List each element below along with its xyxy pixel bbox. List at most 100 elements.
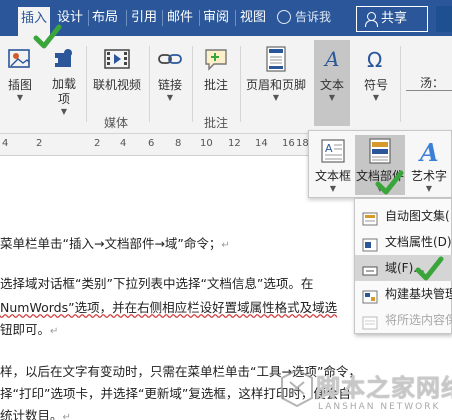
ruler-tick: 4 [2, 138, 9, 149]
illustrations-button[interactable]: 插图 ▼ [0, 40, 40, 126]
group-separator [400, 46, 401, 122]
watermark-logo-icon [281, 368, 313, 408]
link-button[interactable]: 链接 ▼ [152, 40, 188, 126]
svg-text:A: A [323, 47, 339, 71]
menu-item-autotext[interactable]: 自动图文集( [355, 203, 452, 229]
group-separator [86, 46, 87, 122]
checkmark-icon [33, 24, 62, 49]
group-separator [240, 46, 241, 122]
tab-view[interactable]: 视图 [238, 7, 268, 29]
save-selection-icon [362, 313, 378, 330]
checkmark-icon [415, 256, 444, 281]
menu-item-label: 构建基块管理 [385, 287, 452, 301]
tab-separator [162, 10, 163, 26]
doc-line-text: 菜单栏单击“插入→文档部件→域”命令； [0, 236, 222, 251]
comment-icon [201, 44, 231, 74]
text-group-button[interactable]: A 文本 ▼ [314, 40, 350, 126]
quickparts-icon [366, 137, 394, 165]
tell-me-label: 告诉我 [295, 10, 332, 24]
tab-separator [199, 10, 200, 26]
ruler-tick: 6 [148, 138, 155, 149]
ruler-tick: 16 [282, 138, 295, 149]
ribbon-overflow[interactable] [436, 6, 452, 32]
tab-separator [88, 10, 89, 26]
textbox-icon: A [319, 137, 347, 165]
doc-line: 菜单栏单击“插入→文档部件→域”命令；↵ [0, 233, 230, 252]
header-footer-icon [261, 44, 291, 74]
doc-property-icon [362, 235, 378, 252]
share-button[interactable]: 共享 [356, 6, 428, 32]
autotext-icon [362, 209, 378, 226]
header-footer-button[interactable]: 页眉和页脚 ▼ [244, 40, 308, 126]
comment-group-label: 批注 [204, 116, 229, 130]
ribbon-insert-panel: 插图 ▼ 加载项 ▼ 联机视频 媒体 链接 ▼ 批注 批注 页眉和页脚 ▼ A … [0, 36, 452, 134]
textbox-label: 文本框 [314, 169, 351, 183]
link-label: 链接 [157, 78, 182, 92]
paragraph-mark-icon: ↵ [221, 240, 230, 251]
ruler-tick: 18 [296, 138, 309, 149]
doc-line: 选择域对话框“类别”下拉列表中选择“文档信息”选项。在 [0, 273, 313, 292]
menu-item-label: 将所选内容保 [385, 313, 452, 327]
partial-field-label: 汤： [420, 76, 445, 90]
chevron-down-icon: ▼ [328, 93, 336, 102]
menu-item-doc-property[interactable]: 文档属性(D) [355, 229, 452, 255]
doc-line: 统计数目。↵ [0, 405, 71, 420]
field-icon [362, 261, 378, 276]
doc-line-text: NumWords”选项，并在右侧相应栏设好置域属性格式及域选 [0, 300, 338, 315]
ruler-tick: 4 [120, 138, 127, 149]
illustrations-label: 插图 [7, 78, 32, 92]
person-icon [365, 12, 378, 27]
watermark-subtext: LANSHAN NETWORK [318, 402, 441, 412]
tab-layout[interactable]: 布局 [90, 7, 120, 29]
link-icon [155, 44, 185, 74]
group-separator [192, 46, 193, 122]
textbox-button[interactable]: A 文本框 ▼ [313, 135, 353, 195]
menu-item-building-blocks[interactable]: 构建基块管理 [355, 281, 452, 307]
paragraph-mark-icon: ↵ [50, 326, 59, 337]
symbols-label: 符号 [363, 78, 388, 92]
building-blocks-icon [362, 287, 378, 304]
text-icon: A [317, 44, 347, 74]
addins-button[interactable]: 加载项 ▼ [44, 40, 84, 126]
chevron-down-icon: ▼ [425, 184, 433, 193]
menu-item-label: 文档属性(D) [385, 235, 452, 249]
ruler-tick: 2 [36, 138, 43, 149]
media-group-label: 媒体 [104, 116, 129, 130]
tell-me-search[interactable]: 告诉我 [277, 8, 331, 25]
tab-mailings[interactable]: 邮件 [165, 7, 195, 29]
watermark-text: 脚本之家网络 [316, 374, 452, 402]
wordart-button[interactable]: A 艺术字 ▼ [407, 135, 451, 195]
menu-item-save-selection: 将所选内容保 [355, 307, 452, 333]
tab-separator [126, 10, 127, 26]
chevron-down-icon: ▼ [16, 93, 24, 102]
header-footer-label: 页眉和页脚 [245, 78, 306, 92]
chevron-down-icon: ▼ [372, 93, 380, 102]
doc-line-text: 统计数目。 [0, 408, 63, 420]
svg-text:Ω: Ω [367, 48, 382, 72]
chevron-down-icon: ▼ [60, 107, 68, 116]
tab-separator [235, 10, 236, 26]
ruler-tick: 8 [175, 138, 182, 149]
wordart-label: 艺术字 [410, 169, 447, 183]
video-icon [102, 44, 132, 74]
omega-icon: Ω [361, 44, 391, 74]
online-video-label: 联机视频 [92, 78, 141, 92]
ruler-tick: 10 [200, 138, 213, 149]
menu-item-label: 自动图文集( [385, 209, 450, 223]
share-label: 共享 [381, 11, 408, 26]
wordart-icon: A [415, 137, 443, 167]
comment-label: 批注 [203, 78, 228, 92]
paragraph-mark-icon: ↵ [62, 412, 71, 420]
addins-label: 加载项 [52, 77, 77, 106]
doc-line: 钮即可。↵ [0, 319, 58, 338]
symbols-button[interactable]: Ω 符号 ▼ [356, 40, 396, 126]
svg-text:A: A [325, 142, 333, 155]
illustrations-icon [5, 44, 35, 74]
tab-references[interactable]: 引用 [129, 7, 159, 29]
chevron-down-icon: ▼ [272, 93, 280, 102]
ruler-tick: 2 [94, 138, 101, 149]
tab-review[interactable]: 审阅 [201, 7, 231, 29]
group-separator [149, 46, 150, 122]
doc-line-text: 钮即可。 [0, 322, 51, 337]
lightbulb-icon [277, 10, 291, 24]
